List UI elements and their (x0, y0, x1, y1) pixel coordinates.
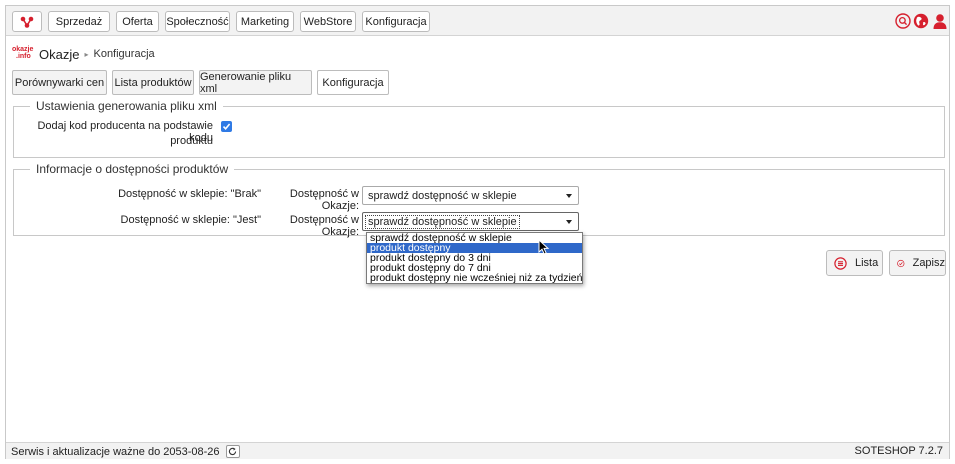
search-icon[interactable] (895, 13, 911, 29)
tab-porownywarki-cen[interactable]: Porównywarki cen (12, 70, 107, 95)
license-status-text: Serwis i aktualizacje ważne do 2053-08-2… (11, 445, 220, 458)
home-logo-button[interactable] (12, 11, 42, 32)
list-button-label: Lista (855, 257, 879, 269)
tab-generowanie-pliku-xml[interactable]: Generowanie pliku xml (199, 70, 312, 95)
chevron-down-icon (566, 194, 572, 198)
tab-lista-produktow[interactable]: Lista produktów (112, 70, 194, 95)
refresh-icon (228, 447, 237, 456)
globe-icon[interactable] (913, 13, 929, 29)
availability-brak-select[interactable]: sprawdź dostępność w sklepie (362, 186, 579, 205)
list-button[interactable]: Lista (826, 250, 883, 276)
availability-jest-select[interactable]: sprawdź dostępność w sklepie (362, 212, 579, 231)
save-button[interactable]: Zapisz (889, 250, 946, 276)
list-icon (834, 256, 847, 270)
menu-marketing-button[interactable]: Marketing (236, 11, 294, 32)
producer-code-checkbox[interactable] (221, 121, 232, 132)
check-circle-icon (897, 259, 905, 267)
shop-availability-jest-label: Dostępność w sklepie: "Jest" (120, 214, 261, 226)
menu-webstore-button[interactable]: WebStore (300, 11, 356, 32)
mouse-cursor-icon (538, 239, 550, 255)
availability-brak-select-value: sprawdź dostępność w sklepie (368, 189, 517, 202)
dropdown-option[interactable]: produkt dostępny nie wcześniej niż za ty… (367, 273, 582, 284)
breadcrumb-current: Konfiguracja (93, 48, 155, 60)
tab-konfiguracja[interactable]: Konfiguracja (317, 70, 389, 95)
okazje-availability-label-1: Dostępność w Okazje: (289, 188, 359, 212)
menu-spolecznosc-button[interactable]: Społeczność (165, 11, 230, 32)
breadcrumb-separator-icon: ▸ (84, 49, 89, 59)
top-menu-bar: Sprzedaż Oferta Społeczność Marketing We… (6, 6, 949, 36)
breadcrumb-title[interactable]: Okazje (39, 47, 79, 62)
okazje-logo-icon: okazje .info (12, 46, 34, 60)
soteshop-logo-icon (20, 16, 34, 28)
okazje-availability-label-2: Dostępność w Okazje: (289, 214, 359, 238)
app-window: Sprzedaż Oferta Społeczność Marketing We… (5, 5, 950, 459)
availability-jest-select-value: sprawdź dostępność w sklepie (365, 214, 520, 229)
version-label: SOTESHOP 7.2.7 (854, 445, 943, 457)
refresh-button[interactable] (225, 445, 240, 458)
xml-settings-legend: Ustawienia generowania pliku xml (30, 99, 223, 113)
checkmark-icon (222, 123, 231, 131)
availability-options-dropdown[interactable]: sprawdź dostępność w sklepie produkt dos… (366, 232, 583, 284)
user-icon[interactable] (932, 13, 948, 29)
availability-legend: Informacje o dostępności produktów (30, 162, 235, 176)
menu-oferta-button[interactable]: Oferta (116, 11, 159, 32)
save-button-label: Zapisz (912, 257, 945, 269)
menu-sprzedaz-button[interactable]: Sprzedaż (48, 11, 110, 32)
chevron-down-icon (566, 220, 572, 224)
availability-fieldset: Informacje o dostępności produktów Dostę… (13, 162, 945, 238)
status-footer: Serwis i aktualizacje ważne do 2053-08-2… (6, 442, 949, 459)
shop-availability-brak-label: Dostępność w sklepie: "Brak" (118, 188, 261, 200)
xml-settings-fieldset: Ustawienia generowania pliku xml Dodaj k… (13, 99, 945, 158)
breadcrumb: okazje .info Okazje ▸ Konfiguracja (12, 46, 155, 62)
menu-konfiguracja-button[interactable]: Konfiguracja (362, 11, 430, 32)
producer-code-label-line2: produktu (170, 135, 213, 147)
